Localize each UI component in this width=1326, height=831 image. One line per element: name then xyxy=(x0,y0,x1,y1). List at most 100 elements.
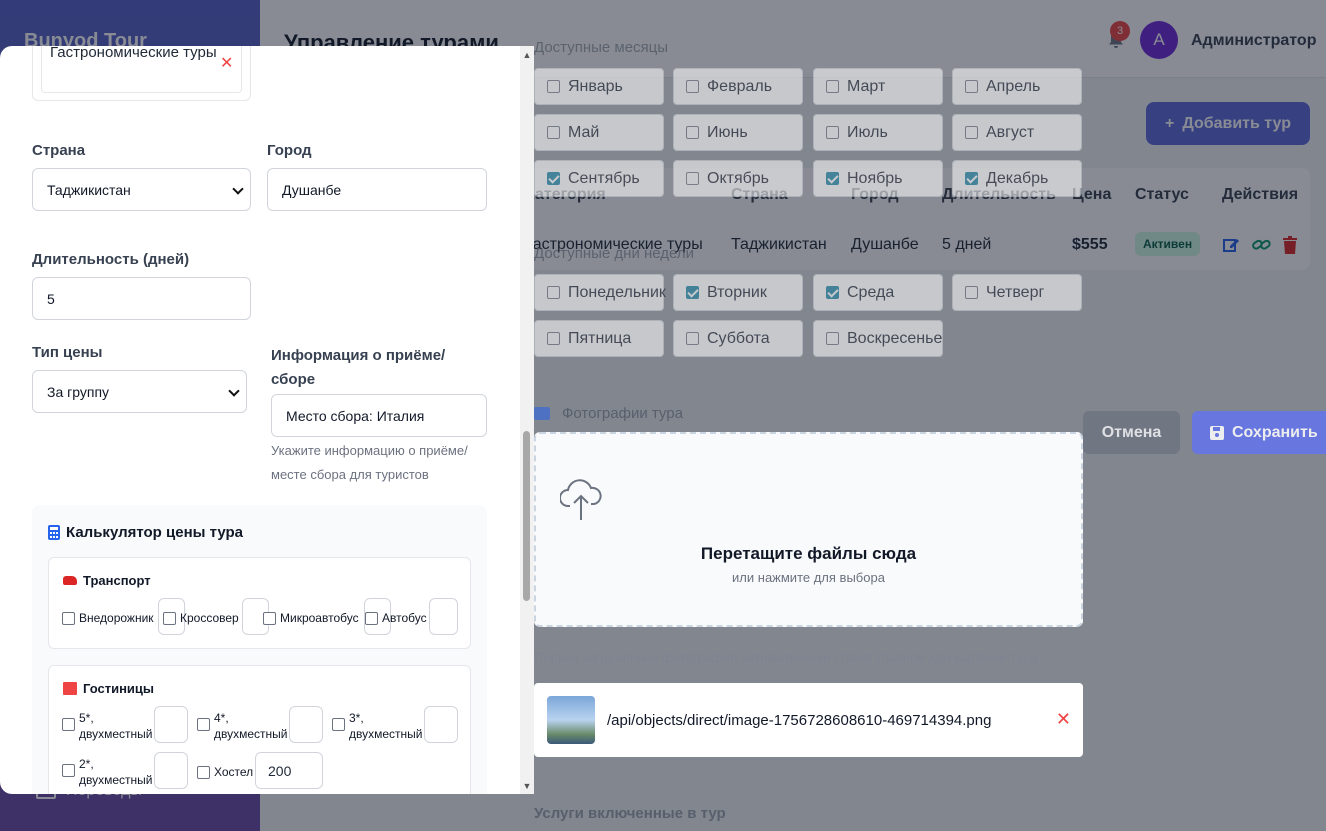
checkbox[interactable] xyxy=(263,612,276,625)
hotel-5-price[interactable] xyxy=(154,706,188,743)
checkbox[interactable] xyxy=(826,126,839,139)
month-checkbox-item[interactable]: Октябрь xyxy=(673,160,803,197)
month-checkbox-item[interactable]: Ноябрь xyxy=(813,160,943,197)
country-select[interactable]: Таджикистан xyxy=(32,168,251,211)
dropzone-title: Перетащите файлы сюда xyxy=(700,544,917,563)
calculator-title: Калькулятор цены тура xyxy=(48,524,243,541)
checkbox[interactable] xyxy=(686,286,699,299)
checkbox[interactable] xyxy=(62,764,75,777)
remove-file-icon[interactable]: ✕ xyxy=(1056,709,1071,730)
month-checkbox-item[interactable]: Сентябрь xyxy=(534,160,664,197)
checkbox[interactable] xyxy=(547,286,560,299)
weekday-checkbox-item[interactable]: Среда xyxy=(813,274,943,311)
checkbox[interactable] xyxy=(197,718,210,731)
hotel-4-price[interactable] xyxy=(289,706,323,743)
checkbox[interactable] xyxy=(547,332,560,345)
remove-tag-icon[interactable]: ✕ xyxy=(220,53,233,73)
checkbox[interactable] xyxy=(62,612,75,625)
hotel-3-price[interactable] xyxy=(424,706,458,743)
weekday-label: Вторник xyxy=(707,283,767,301)
checkbox[interactable] xyxy=(826,80,839,93)
checkbox[interactable] xyxy=(686,332,699,345)
checkbox[interactable] xyxy=(965,286,978,299)
months-title: Доступные месяцы xyxy=(534,39,669,56)
month-checkbox-item[interactable]: Январь xyxy=(534,68,664,105)
photo-dropzone[interactable]: Перетащите файлы сюда или нажмите для вы… xyxy=(534,432,1083,627)
checkbox[interactable] xyxy=(365,612,378,625)
car-icon xyxy=(63,576,77,585)
weekday-label: Четверг xyxy=(986,283,1045,301)
month-label: Ноябрь xyxy=(847,169,903,187)
city-input[interactable]: Душанбе xyxy=(267,168,487,211)
transport-option-bus[interactable]: Автобус xyxy=(365,610,427,626)
month-label: Март xyxy=(847,77,886,95)
checkbox[interactable] xyxy=(163,612,176,625)
month-checkbox-item[interactable]: Май xyxy=(534,114,664,151)
month-checkbox-item[interactable]: Март xyxy=(813,68,943,105)
weekday-checkbox-item[interactable]: Пятница xyxy=(534,320,664,357)
cancel-button[interactable]: Отмена xyxy=(1083,411,1180,454)
city-label: Город xyxy=(267,142,312,159)
month-label: Октябрь xyxy=(707,169,770,187)
weekday-checkbox-item[interactable]: Воскресенье xyxy=(813,320,943,357)
hotel-option-3[interactable]: 3*, двухместный xyxy=(332,710,424,742)
hotels-title: Гостиницы xyxy=(63,681,154,696)
checkbox[interactable] xyxy=(547,172,560,185)
hotel-option-2[interactable]: 2*, двухместный xyxy=(62,756,153,788)
checkbox[interactable] xyxy=(826,172,839,185)
checkbox[interactable] xyxy=(547,80,560,93)
checkbox[interactable] xyxy=(965,80,978,93)
option-label: 2*, двухместный xyxy=(79,757,153,787)
save-icon xyxy=(1210,425,1224,440)
month-checkbox-item[interactable]: Февраль xyxy=(673,68,803,105)
scrollbar[interactable] xyxy=(520,46,534,794)
checkbox[interactable] xyxy=(62,718,75,731)
scroll-up-icon[interactable]: ▲ xyxy=(522,50,532,60)
file-name: /api/objects/direct/image-1756728608610-… xyxy=(607,711,992,729)
month-label: Декабрь xyxy=(986,169,1049,187)
hostel-price[interactable]: 200 xyxy=(255,752,323,789)
weekday-checkbox-item[interactable]: Вторник xyxy=(673,274,803,311)
pickup-help: Укажите информацию о приёме/ месте сбора… xyxy=(271,443,468,482)
scroll-down-icon[interactable]: ▼ xyxy=(522,781,532,791)
weekday-checkbox-item[interactable]: Суббота xyxy=(673,320,803,357)
checkbox[interactable] xyxy=(826,332,839,345)
month-checkbox-item[interactable]: Декабрь xyxy=(952,160,1082,197)
price-type-select[interactable]: За группу xyxy=(32,370,247,413)
scrollbar-thumb[interactable] xyxy=(523,431,530,601)
checkbox[interactable] xyxy=(686,172,699,185)
month-checkbox-item[interactable]: Август xyxy=(952,114,1082,151)
checkbox[interactable] xyxy=(547,126,560,139)
transport-title: Транспорт xyxy=(63,573,151,588)
month-checkbox-item[interactable]: Июнь xyxy=(673,114,803,151)
weekday-checkbox-item[interactable]: Четверг xyxy=(952,274,1082,311)
transport-bus-price[interactable] xyxy=(429,598,458,635)
month-checkbox-item[interactable]: Апрель xyxy=(952,68,1082,105)
weekday-label: Понедельник xyxy=(568,283,666,301)
hotel-icon xyxy=(63,682,77,695)
weekday-checkbox-item[interactable]: Понедельник xyxy=(534,274,666,311)
hotel-option-5[interactable]: 5*, двухместный xyxy=(62,710,153,742)
checkbox[interactable] xyxy=(197,766,210,779)
checkbox[interactable] xyxy=(826,286,839,299)
month-checkbox-item[interactable]: Июль xyxy=(813,114,943,151)
image-icon xyxy=(534,407,550,420)
transport-option-suv[interactable]: Внедорожник xyxy=(62,610,154,626)
save-button[interactable]: Сохранить xyxy=(1192,411,1326,454)
hotel-option-4[interactable]: 4*, двухместный xyxy=(197,710,289,742)
checkbox[interactable] xyxy=(965,126,978,139)
month-label: Август xyxy=(986,123,1035,141)
checkbox[interactable] xyxy=(686,80,699,93)
checkbox[interactable] xyxy=(686,126,699,139)
transport-option-crossover[interactable]: Кроссовер xyxy=(163,610,239,626)
month-label: Май xyxy=(568,123,600,141)
transport-option-minibus[interactable]: Микроавтобус xyxy=(263,610,359,626)
option-label: Хостел xyxy=(214,765,254,779)
hotel-2-price[interactable] xyxy=(154,752,188,789)
hotel-option-hostel[interactable]: Хостел xyxy=(197,764,253,780)
duration-input[interactable]: 5 xyxy=(32,277,251,320)
checkbox[interactable] xyxy=(965,172,978,185)
checkbox[interactable] xyxy=(332,718,345,731)
pickup-input[interactable]: Место сбора: Италия xyxy=(271,394,487,437)
price-type-label: Тип цены xyxy=(32,344,103,361)
